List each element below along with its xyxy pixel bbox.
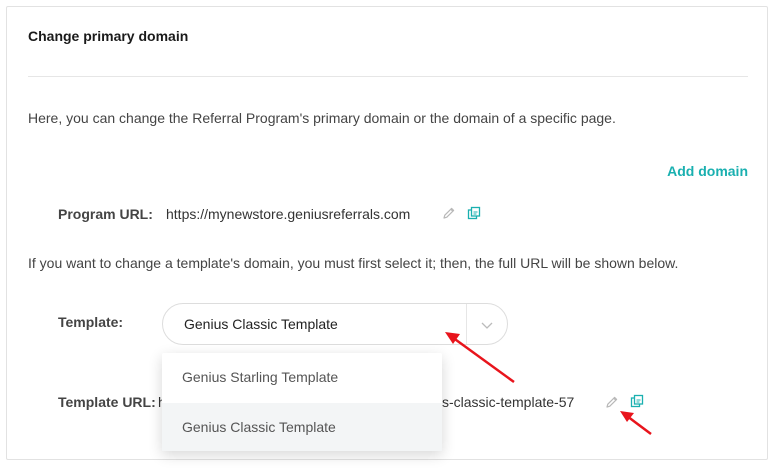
annotation-arrows (445, 332, 652, 435)
arrow-to-icons (620, 411, 652, 435)
arrow-to-select (445, 332, 515, 384)
